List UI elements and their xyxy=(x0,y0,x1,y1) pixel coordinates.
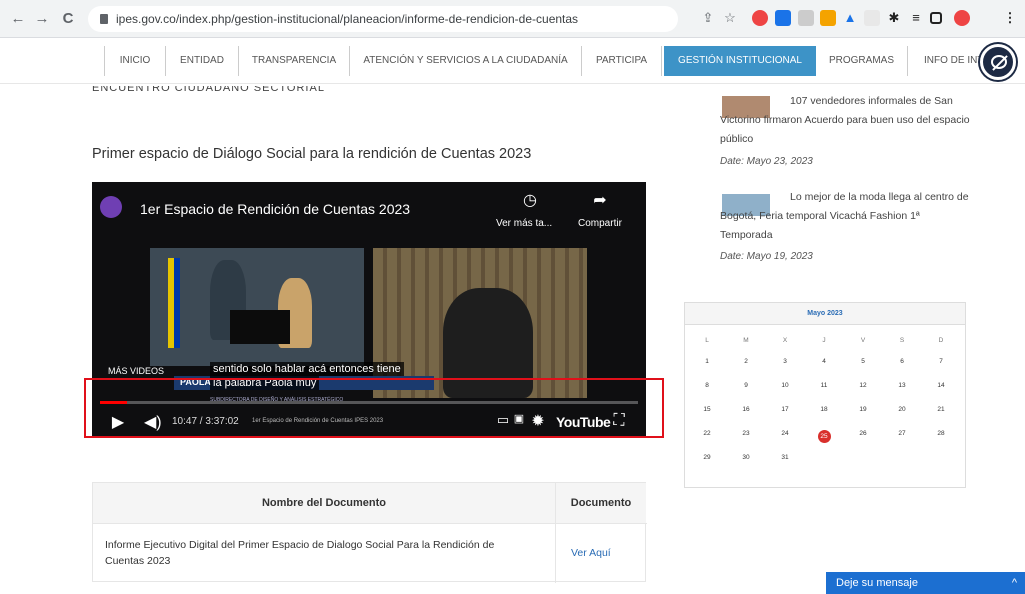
calendar-day[interactable]: 31 xyxy=(767,454,803,461)
puzzle-icon[interactable]: ✱ xyxy=(886,10,902,26)
calendar-day[interactable]: 24 xyxy=(767,430,803,437)
news-item-title[interactable]: Lo mejor de la moda llega al centro de B… xyxy=(720,188,970,245)
back-icon[interactable]: ← xyxy=(8,9,28,29)
nav-item-info[interactable]: INFO DE INT xyxy=(908,46,988,76)
eye-slash-icon xyxy=(991,55,1007,69)
accessibility-button[interactable] xyxy=(980,44,1016,80)
chat-widget[interactable]: Deje su mensaje ^ xyxy=(826,572,1025,594)
calendar-day[interactable]: 10 xyxy=(767,382,803,389)
watch-later-label[interactable]: Ver más ta... xyxy=(496,218,552,229)
calendar-day[interactable]: 22 xyxy=(689,430,725,437)
document-link[interactable]: Ver Aquí xyxy=(571,545,611,561)
bookmark-star-icon[interactable]: ☆ xyxy=(722,10,738,26)
kebab-menu-icon[interactable]: ⋮ xyxy=(1002,10,1018,26)
calendar-day[interactable]: 5 xyxy=(845,358,881,365)
forward-icon[interactable]: → xyxy=(32,9,52,29)
share-icon[interactable]: ⇪ xyxy=(700,10,716,26)
extension-icon[interactable] xyxy=(820,10,836,26)
calendar-day[interactable]: 6 xyxy=(884,358,920,365)
url-text[interactable]: ipes.gov.co/index.php/gestion-institucio… xyxy=(116,12,578,26)
news-item-date: Date: Mayo 23, 2023 xyxy=(720,156,813,167)
calendar-day[interactable]: 19 xyxy=(845,406,881,413)
site-navigation: INICIO ENTIDAD TRANSPARENCIA ATENCIÓN Y … xyxy=(0,38,1025,84)
calendar-day[interactable]: 4 xyxy=(806,358,842,365)
calendar-day[interactable]: 7 xyxy=(923,358,959,365)
calendar-widget: Mayo 2023 L M X J V S D 1 2 3 4 5 6 7 8 9 10 11 12 13 14 15 16… xyxy=(684,302,966,488)
news-item-date: Date: Mayo 19, 2023 xyxy=(720,251,813,262)
column-header-document: Documento xyxy=(556,483,646,523)
video-frame-left xyxy=(150,248,364,366)
news-item-title[interactable]: 107 vendedores informales de San Victori… xyxy=(720,92,970,149)
nav-item-gestion-institucional[interactable]: GESTIÓN INSTITUCIONAL xyxy=(664,46,816,76)
calendar-day[interactable]: 9 xyxy=(728,382,764,389)
calendar-month[interactable]: Mayo 2023 xyxy=(685,303,965,325)
podium xyxy=(230,310,290,344)
calendar-day[interactable]: 1 xyxy=(689,358,725,365)
browser-toolbar: ← → C ipes.gov.co/index.php/gestion-inst… xyxy=(0,0,1025,38)
calendar-day[interactable]: 13 xyxy=(884,382,920,389)
nav-item-atencion[interactable]: ATENCIÓN Y SERVICIOS A LA CIUDADANÍA xyxy=(350,46,582,76)
calendar-day[interactable]: 25 xyxy=(806,430,842,443)
calendar-day[interactable]: 2 xyxy=(728,358,764,365)
clipped-section-title: ENCUENTRO CIUDADANO SECTORIAL xyxy=(92,86,325,94)
chat-label[interactable]: Deje su mensaje xyxy=(836,577,918,589)
calendar-day[interactable]: 29 xyxy=(689,454,725,461)
calendar-day[interactable]: 14 xyxy=(923,382,959,389)
extension-icon[interactable] xyxy=(798,10,814,26)
calendar-day[interactable]: 18 xyxy=(806,406,842,413)
extension-icon[interactable] xyxy=(775,10,791,26)
calendar-day[interactable]: 30 xyxy=(728,454,764,461)
more-videos-label[interactable]: MÁS VIDEOS xyxy=(108,366,164,376)
reload-icon[interactable]: C xyxy=(58,9,78,29)
lock-icon xyxy=(100,14,108,24)
nav-item-inicio[interactable]: INICIO xyxy=(104,46,166,76)
share-label[interactable]: Compartir xyxy=(578,218,622,229)
calendar-day-of-week: X xyxy=(782,337,788,344)
calendar-day[interactable]: 26 xyxy=(845,430,881,437)
nav-item-programas[interactable]: PROGRAMAS xyxy=(816,46,908,76)
document-name: Informe Ejecutivo Digital del Primer Esp… xyxy=(105,539,495,567)
nav-item-transparencia[interactable]: TRANSPARENCIA xyxy=(239,46,350,76)
calendar-day[interactable]: 17 xyxy=(767,406,803,413)
highlight-box xyxy=(84,378,664,438)
nav-item-entidad[interactable]: ENTIDAD xyxy=(166,46,239,76)
channel-avatar[interactable] xyxy=(100,196,122,218)
calendar-day[interactable]: 28 xyxy=(923,430,959,437)
calendar-day[interactable]: 21 xyxy=(923,406,959,413)
documents-table: Nombre del Documento Documento Informe E… xyxy=(92,482,647,583)
caption-line-1: sentido solo hablar acá entonces tiene xyxy=(210,362,404,376)
chevron-up-icon[interactable]: ^ xyxy=(1012,572,1017,594)
clock-icon[interactable]: ◷ xyxy=(520,190,540,210)
side-panel-icon[interactable] xyxy=(930,12,942,24)
calendar-day-of-week: M xyxy=(743,337,749,344)
calendar-day[interactable]: 20 xyxy=(884,406,920,413)
calendar-day[interactable]: 11 xyxy=(806,382,842,389)
extension-icon[interactable]: ▲ xyxy=(842,10,858,26)
column-header-name: Nombre del Documento xyxy=(93,483,555,523)
extension-icon[interactable] xyxy=(752,10,768,26)
calendar-day-of-week: S xyxy=(899,337,905,344)
flag xyxy=(174,258,180,348)
page-heading: Primer espacio de Diálogo Social para la… xyxy=(92,146,532,162)
calendar-day[interactable]: 15 xyxy=(689,406,725,413)
calendar-day-of-week: J xyxy=(822,337,826,344)
video-title[interactable]: 1er Espacio de Rendición de Cuentas 2023 xyxy=(140,201,410,217)
calendar-day-of-week: L xyxy=(705,337,709,344)
nav-item-participa[interactable]: PARTICIPA xyxy=(582,46,662,76)
extension-icon[interactable] xyxy=(864,10,880,26)
calendar-day[interactable]: 23 xyxy=(728,430,764,437)
calendar-day[interactable]: 8 xyxy=(689,382,725,389)
reading-list-icon[interactable]: ≡ xyxy=(908,10,924,26)
address-bar[interactable]: ipes.gov.co/index.php/gestion-institucio… xyxy=(88,6,678,32)
calendar-day[interactable]: 3 xyxy=(767,358,803,365)
share-arrow-icon[interactable]: ➦ xyxy=(590,190,610,210)
calendar-day[interactable]: 16 xyxy=(728,406,764,413)
calendar-day-of-week: V xyxy=(860,337,866,344)
calendar-day[interactable]: 12 xyxy=(845,382,881,389)
profile-icon[interactable] xyxy=(954,10,970,26)
calendar-day-of-week: D xyxy=(938,337,944,344)
calendar-day[interactable]: 27 xyxy=(884,430,920,437)
